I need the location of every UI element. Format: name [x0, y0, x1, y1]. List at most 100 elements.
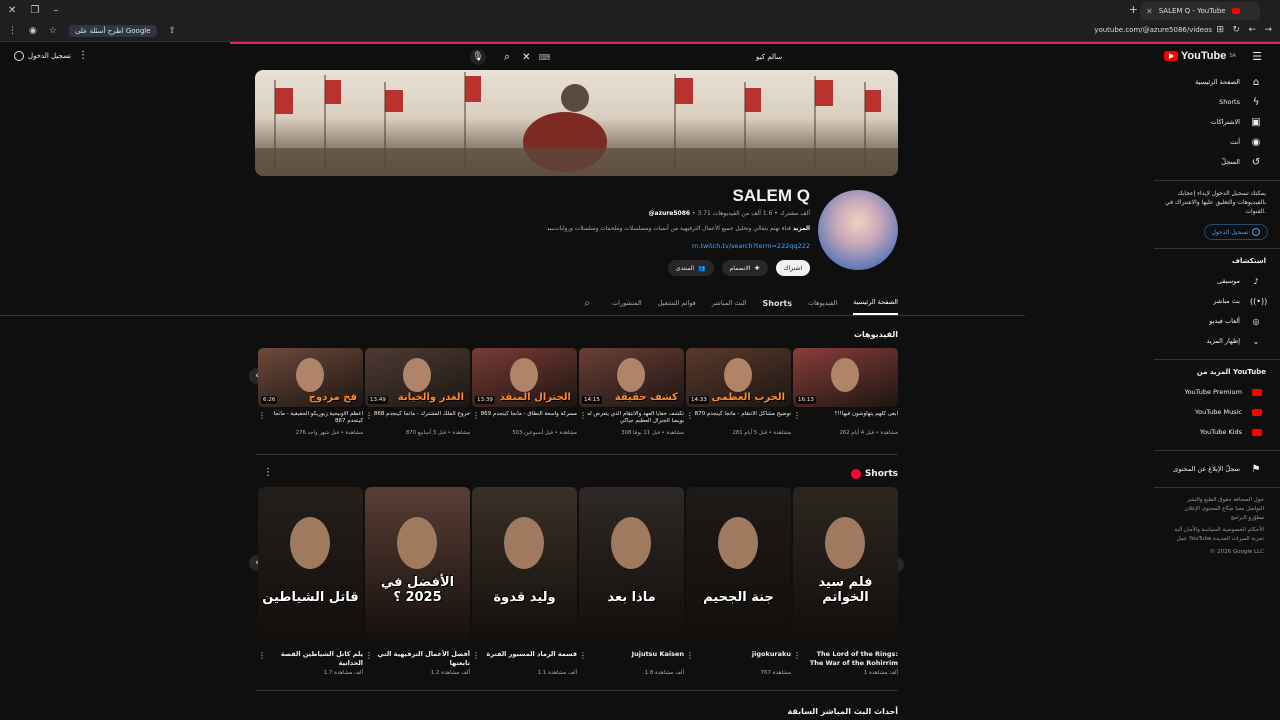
short-thumbnail[interactable]: قاتل الشياطين	[258, 487, 363, 645]
video-title[interactable]: ⋮ توضيح مشاكل الانتقام - مانجا كينجدم 870	[686, 411, 791, 427]
past-live-section-title[interactable]: أحداث البث المباشر السابقة	[255, 707, 898, 716]
short-thumbnail[interactable]: الأفضل في 2025 ؟	[365, 487, 470, 645]
subscribe-button[interactable]: اشتراك	[775, 260, 810, 276]
footer-links-2[interactable]: الأحكام الخصوصية السياسة والأمان آلية عم…	[1154, 526, 1280, 544]
forward-icon[interactable]: →	[1264, 25, 1272, 35]
video-card[interactable]: فخ مزدوج 6:26 ⋮ أعظم الأوبيجية زبوريكو الحق…	[258, 348, 363, 436]
video-card[interactable]: كشف حقيقة 14:15 ⋮ تكشف خفايا العهد والانتقا…	[579, 348, 684, 436]
shorts-section-title[interactable]: Shorts	[850, 469, 898, 479]
sidebar-item-1[interactable]: Shorts ϟ	[1154, 92, 1280, 112]
sidebar-item-3[interactable]: أنت ◉	[1154, 132, 1280, 152]
short-menu-icon[interactable]: ⋮	[258, 650, 266, 661]
short-card[interactable]: قاتل الشياطين ⋮ يلم كاتل الشياطين القصة ال…	[258, 487, 363, 676]
new-tab-icon[interactable]: +	[1129, 3, 1138, 16]
video-menu-icon[interactable]: ⋮	[365, 411, 373, 422]
more-item-0[interactable]: YouTube Premium	[1154, 382, 1280, 402]
video-thumbnail[interactable]: كشف حقيقة 14:15	[579, 348, 684, 407]
channel-avatar[interactable]	[818, 190, 898, 270]
short-title[interactable]: ⋮ jigokuraku	[686, 650, 791, 668]
search-input[interactable]	[556, 53, 783, 61]
tab-4[interactable]: قوائم التشغيل	[658, 291, 696, 315]
explore-item-0[interactable]: موسيقى ♪	[1154, 271, 1280, 291]
voice-search-icon[interactable]: 🎙	[470, 49, 486, 65]
browser-tab[interactable]: ✕ SALEM Q - YouTube	[1140, 2, 1260, 20]
explore-item-1[interactable]: بث مباشر ((•))	[1154, 291, 1280, 311]
bookmark-star-icon[interactable]: ☆	[49, 26, 57, 36]
short-card[interactable]: ماذا بعد ⋮ Jujutsu Kaisen 1.8 ألف مشاهدة	[579, 487, 684, 676]
back-icon[interactable]: ←	[1248, 25, 1256, 35]
tab-5[interactable]: المنشورات	[612, 291, 642, 315]
footer-links-1[interactable]: حول الصحافة حقوق الطبع والنشر التواصل مع…	[1154, 496, 1280, 522]
short-thumbnail[interactable]: فلم سيد الخواتم	[793, 487, 898, 645]
video-menu-icon[interactable]: ⋮	[686, 411, 694, 422]
video-card[interactable]: 16:13 ⋮ أبغى كلهم يتهاوشون فيها!!؟ 262 مشاه…	[793, 348, 898, 436]
short-title[interactable]: ⋮ Jujutsu Kaisen	[579, 650, 684, 668]
close-tab-icon[interactable]: ✕	[1146, 7, 1153, 16]
sidebar-item-report-history[interactable]: سجلّ الإبلاغ عن المحتوى ⚑	[1154, 459, 1280, 479]
video-card[interactable]: الغدر والخيانة 13:49 ⋮ خروج الملك المشترك -…	[365, 348, 470, 436]
translate-icon[interactable]: ⊞	[1216, 25, 1224, 35]
settings-menu-icon[interactable]: ⋮	[78, 50, 88, 61]
short-title[interactable]: ⋮ أفضل الأعمال الترفيهية التي تابعتها	[365, 650, 470, 668]
short-thumbnail[interactable]: ماذا بعد	[579, 487, 684, 645]
video-title[interactable]: ⋮ خروج الملك المشترك - مانجا كينجدم 868	[365, 411, 470, 427]
sidebar-item-2[interactable]: الاشتراكات ▣	[1154, 112, 1280, 132]
short-card[interactable]: فلم سيد الخواتم ⋮ The Lord of the Rings: T…	[793, 487, 898, 676]
close-window-icon[interactable]: ✕	[8, 5, 16, 16]
community-button[interactable]: المنتدى 👥	[667, 260, 714, 276]
more-item-2[interactable]: YouTube Kids	[1154, 422, 1280, 442]
youtube-logo[interactable]: YouTube SA	[1163, 50, 1236, 62]
video-menu-icon[interactable]: ⋮	[793, 411, 801, 422]
video-title[interactable]: ⋮ مسركة واسعة النطاق - مانجا كينجدم 869	[472, 411, 577, 427]
hamburger-menu-icon[interactable]: ☰	[1252, 50, 1262, 63]
video-menu-icon[interactable]: ⋮	[579, 411, 587, 422]
tab-3[interactable]: البث المباشر	[712, 291, 747, 315]
video-card[interactable]: الجنرال المنقذ 13:39 ⋮ مسركة واسعة النطاق -…	[472, 348, 577, 436]
short-title[interactable]: ⋮ قسمة الرماد المسبور الفترة	[472, 650, 577, 668]
tab-0[interactable]: الصفحة الرئيسية	[853, 291, 898, 315]
channel-description[interactable]: ...المزيد قناة تهتم بتقالي وتحليل جميع ا…	[548, 226, 811, 232]
shorts-menu-icon[interactable]: ⋮	[263, 467, 273, 478]
short-title[interactable]: ⋮ The Lord of the Rings: The War of the R…	[793, 650, 898, 668]
video-thumbnail[interactable]: الغدر والخيانة 13:49	[365, 348, 470, 407]
video-title[interactable]: ⋮ تكشف خفايا العهد والانتقام الذي يتعرض ل…	[579, 411, 684, 427]
short-thumbnail[interactable]: جنة الجحيم	[686, 487, 791, 645]
ai-search-pill[interactable]: اطرح أسئلة على Google	[68, 24, 157, 37]
url-field[interactable]: youtube.com/@azure5086/videos	[1094, 26, 1212, 34]
explore-item-3[interactable]: إظهار المزيد ⌄	[1154, 331, 1280, 351]
short-menu-icon[interactable]: ⋮	[686, 650, 694, 661]
videos-section-title[interactable]: الفيديوهات	[255, 330, 898, 344]
search-icon[interactable]: ⌕	[504, 50, 510, 64]
profile-icon[interactable]: ◉	[29, 26, 37, 36]
share-icon[interactable]: ⇪	[169, 26, 177, 36]
video-thumbnail[interactable]: فخ مزدوج 6:26	[258, 348, 363, 407]
explore-item-2[interactable]: ألعاب فيديو ◎	[1154, 311, 1280, 331]
sidebar-signin-button[interactable]: تسجيل الدخول	[1204, 224, 1268, 240]
video-thumbnail[interactable]: الجنرال المنقذ 13:39	[472, 348, 577, 407]
sidebar-item-0[interactable]: الصفحة الرئيسية ⌂	[1154, 72, 1280, 92]
short-menu-icon[interactable]: ⋮	[793, 650, 801, 661]
video-menu-icon[interactable]: ⋮	[258, 411, 266, 422]
channel-search-icon[interactable]: ⌕	[584, 298, 590, 309]
video-thumbnail[interactable]: 16:13	[793, 348, 898, 407]
short-menu-icon[interactable]: ⋮	[365, 650, 373, 661]
tab-2[interactable]: Shorts	[763, 291, 792, 315]
short-card[interactable]: وليد قدوة ⋮ قسمة الرماد المسبور الفترة 1.1 …	[472, 487, 577, 676]
sidebar-item-4[interactable]: السجلّ ↺	[1154, 152, 1280, 172]
short-menu-icon[interactable]: ⋮	[579, 650, 587, 661]
video-menu-icon[interactable]: ⋮	[472, 411, 480, 422]
short-card[interactable]: الأفضل في 2025 ؟ ⋮ أفضل الأعمال الترفيهية …	[365, 487, 470, 676]
video-title[interactable]: ⋮ أبغى كلهم يتهاوشون فيها!!؟	[793, 411, 898, 427]
channel-link[interactable]: m.twitch.tv/search?term=222qq222	[692, 242, 810, 250]
tab-1[interactable]: الفيديوهات	[808, 291, 837, 315]
reload-icon[interactable]: ↻	[1232, 25, 1240, 35]
clear-search-icon[interactable]: ✕	[522, 52, 530, 63]
short-title[interactable]: ⋮ يلم كاتل الشياطين القصة الخدانية	[258, 650, 363, 668]
video-title[interactable]: ⋮ أعظم الأوبيجية زبوريكو الحقيقية - مانجا…	[258, 411, 363, 427]
signin-button[interactable]: تسجيل الدخول	[14, 51, 71, 61]
video-thumbnail[interactable]: الحرب العظمى 14:33	[686, 348, 791, 407]
more-item-1[interactable]: YouTube Music	[1154, 402, 1280, 422]
restore-window-icon[interactable]: ❐	[30, 5, 39, 16]
video-card[interactable]: الحرب العظمى 14:33 ⋮ توضيح مشاكل الانتقام -…	[686, 348, 791, 436]
menu-icon[interactable]: ⋮	[8, 26, 17, 36]
